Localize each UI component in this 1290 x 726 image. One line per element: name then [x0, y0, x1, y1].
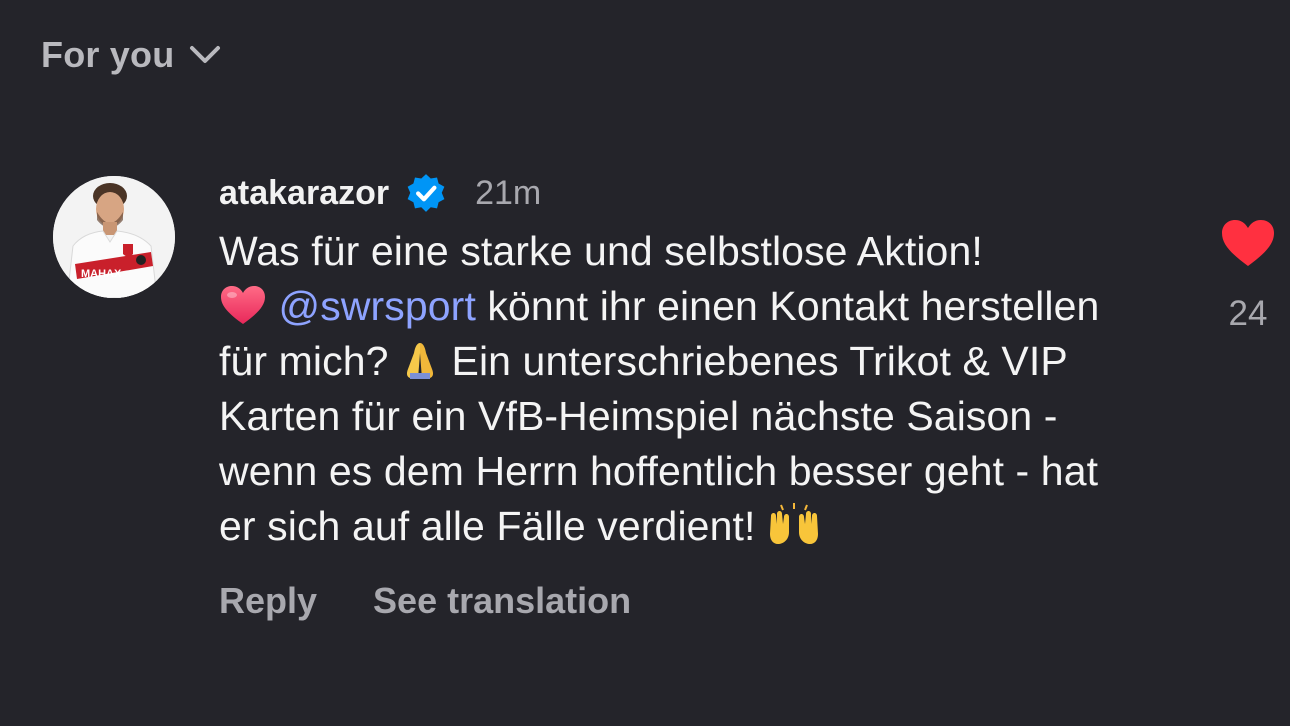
like-count: 24	[1228, 294, 1268, 333]
comment-text-line-1: Was für eine starke und selbstlose Aktio…	[219, 228, 983, 274]
avatar[interactable]: MAHAX	[53, 176, 175, 298]
mention-link[interactable]: @swrsport	[279, 283, 476, 329]
folded-hands-emoji-icon	[406, 343, 434, 379]
like-area: 24	[1193, 218, 1290, 334]
avatar-shirt-text: MAHAX	[81, 268, 122, 280]
chevron-down-icon	[190, 46, 221, 63]
heart-icon[interactable]	[1220, 218, 1276, 268]
see-translation-button[interactable]: See translation	[373, 580, 631, 622]
raising-hands-emoji-icon	[769, 503, 818, 544]
reply-button[interactable]: Reply	[219, 580, 317, 622]
feed-selector[interactable]: For you	[41, 34, 222, 76]
comment-text: Was für eine starke und selbstlose Aktio…	[219, 224, 1109, 554]
comment-meta: atakarazor 21m	[219, 170, 1109, 216]
verified-badge-icon	[407, 174, 445, 212]
comment-actions: Reply See translation	[219, 580, 1109, 622]
feed-selector-label: For you	[41, 34, 175, 75]
comment-timestamp: 21m	[475, 173, 542, 212]
comment-body: atakarazor 21m Was für eine starke und s…	[219, 170, 1109, 622]
username[interactable]: atakarazor	[219, 174, 389, 213]
heart-emoji-icon	[221, 286, 265, 324]
